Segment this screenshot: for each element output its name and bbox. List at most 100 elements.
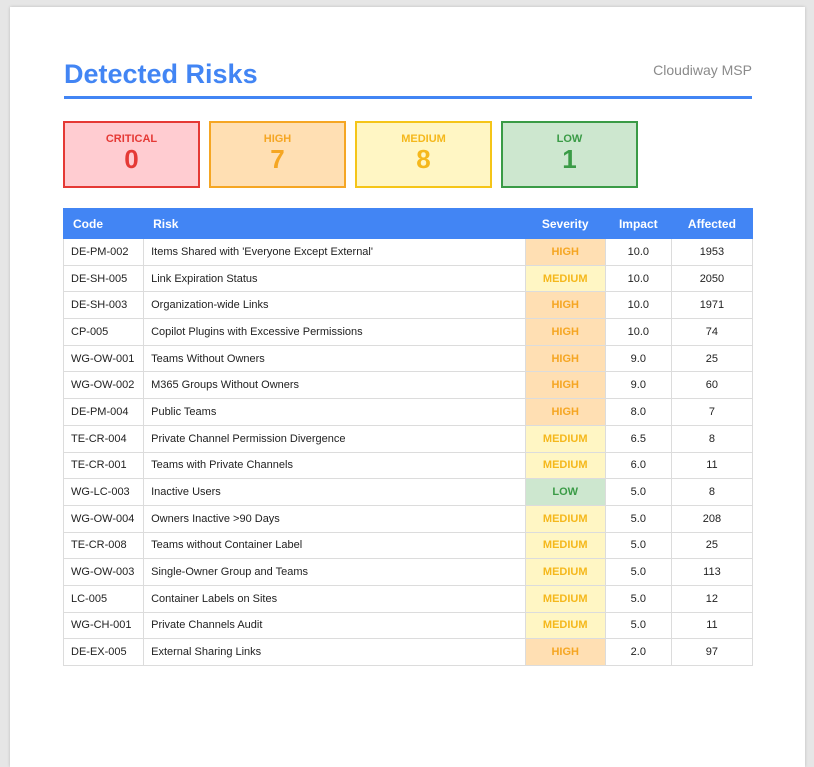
cell-severity: LOW: [524, 478, 606, 506]
cell-impact: 8.0: [604, 398, 672, 426]
cell-severity: MEDIUM: [524, 424, 606, 453]
cell-risk: Teams with Private Channels: [143, 451, 526, 480]
cell-severity: HIGH: [524, 638, 606, 666]
cell-impact: 5.0: [604, 531, 672, 560]
cell-code: WG-LC-003: [62, 478, 145, 506]
table-body: DE-PM-002 Items Shared with 'Everyone Exc…: [62, 238, 754, 666]
cell-severity: HIGH: [524, 371, 606, 400]
table-row: WG-LC-003 Inactive Users LOW 5.0 8: [62, 478, 754, 506]
cell-code: DE-PM-002: [62, 238, 145, 266]
cell-affected: 8: [670, 424, 754, 453]
table-header-row: Code Risk Severity Impact Affected: [62, 208, 754, 239]
risks-table: Code Risk Severity Impact Affected DE-PM…: [62, 208, 754, 666]
table-row: TE-CR-004 Private Channel Permission Dive…: [62, 424, 754, 453]
table-row: DE-EX-005 External Sharing Links HIGH 2.0 97: [62, 638, 754, 666]
cell-code: WG-CH-001: [62, 611, 145, 640]
cell-risk: Owners Inactive >90 Days: [143, 504, 526, 533]
cell-risk: Public Teams: [143, 398, 526, 426]
cell-severity: HIGH: [524, 344, 606, 373]
cell-affected: 7: [670, 398, 754, 426]
summary-card-medium: MEDIUM 8: [355, 121, 492, 188]
cell-code: TE-CR-004: [62, 424, 145, 453]
cell-affected: 8: [670, 478, 754, 506]
table-row: LC-005 Container Labels on Sites MEDIUM 5.0…: [62, 584, 754, 613]
column-header-impact: Impact: [604, 208, 672, 239]
cell-impact: 6.5: [604, 424, 672, 453]
cell-affected: 74: [670, 318, 754, 346]
cell-code: DE-EX-005: [62, 638, 145, 666]
table-row: WG-OW-003 Single-Owner Group and Teams MED…: [62, 558, 754, 586]
column-header-severity: Severity: [524, 208, 606, 239]
table-row: DE-PM-004 Public Teams HIGH 8.0 7: [62, 398, 754, 426]
cell-code: WG-OW-002: [62, 371, 145, 400]
page-title: Detected Risks: [64, 59, 258, 89]
table-row: WG-OW-002 M365 Groups Without Owners HIGH 9…: [62, 371, 754, 400]
cell-affected: 25: [670, 531, 754, 560]
summary-card-low: LOW 1: [501, 121, 638, 188]
cell-impact: 10.0: [604, 291, 672, 320]
table-row: DE-PM-002 Items Shared with 'Everyone Exc…: [62, 238, 754, 266]
cell-severity: MEDIUM: [524, 558, 606, 586]
cell-affected: 12: [670, 584, 754, 613]
cell-affected: 2050: [670, 264, 754, 293]
cell-impact: 10.0: [604, 238, 672, 266]
cell-code: WG-OW-004: [62, 504, 145, 533]
summary-card-high: HIGH 7: [209, 121, 346, 188]
cell-code: DE-PM-004: [62, 398, 145, 426]
cell-risk: Teams Without Owners: [143, 344, 526, 373]
summary-card-critical: CRITICAL 0: [63, 121, 200, 188]
cell-severity: HIGH: [524, 291, 606, 320]
cell-affected: 11: [670, 611, 754, 640]
cell-affected: 11: [670, 451, 754, 480]
cell-impact: 5.0: [604, 478, 672, 506]
cell-severity: MEDIUM: [524, 264, 606, 293]
summary-count-low: 1: [562, 144, 577, 174]
cell-affected: 60: [670, 371, 754, 400]
cell-impact: 10.0: [604, 264, 672, 293]
cell-risk: Teams without Container Label: [143, 531, 526, 560]
table-row: TE-CR-008 Teams without Container Label ME…: [62, 531, 754, 560]
cell-severity: HIGH: [524, 238, 606, 266]
cell-severity: MEDIUM: [524, 451, 606, 480]
cell-impact: 9.0: [604, 344, 672, 373]
cell-impact: 5.0: [604, 584, 672, 613]
brand-name: Cloudiway MSP: [653, 62, 752, 78]
cell-risk: Inactive Users: [143, 478, 526, 506]
table-row: CP-005 Copilot Plugins with Excessive Per…: [62, 318, 754, 346]
cell-code: CP-005: [62, 318, 145, 346]
column-header-code: Code: [62, 208, 145, 239]
cell-code: DE-SH-003: [62, 291, 145, 320]
cell-severity: MEDIUM: [524, 504, 606, 533]
cell-affected: 113: [670, 558, 754, 586]
cell-risk: Single-Owner Group and Teams: [143, 558, 526, 586]
report-page: Detected Risks Cloudiway MSP CRITICAL 0 …: [10, 7, 805, 767]
summary-count-critical: 0: [124, 144, 139, 174]
cell-code: LC-005: [62, 584, 145, 613]
cell-impact: 2.0: [604, 638, 672, 666]
cell-risk: Private Channels Audit: [143, 611, 526, 640]
cell-code: WG-OW-003: [62, 558, 145, 586]
cell-risk: Container Labels on Sites: [143, 584, 526, 613]
table-row: DE-SH-005 Link Expiration Status MEDIUM 10.…: [62, 264, 754, 293]
cell-impact: 5.0: [604, 558, 672, 586]
cell-risk: M365 Groups Without Owners: [143, 371, 526, 400]
cell-severity: MEDIUM: [524, 531, 606, 560]
cell-affected: 1953: [670, 238, 754, 266]
cell-risk: Link Expiration Status: [143, 264, 526, 293]
cell-impact: 5.0: [604, 611, 672, 640]
table-row: WG-CH-001 Private Channels Audit MEDIUM 5.0…: [62, 611, 754, 640]
summary-count-high: 7: [270, 144, 285, 174]
table-row: WG-OW-001 Teams Without Owners HIGH 9.0 25: [62, 344, 754, 373]
cell-severity: MEDIUM: [524, 611, 606, 640]
cell-affected: 97: [670, 638, 754, 666]
title-divider: [64, 96, 752, 99]
cell-risk: Organization-wide Links: [143, 291, 526, 320]
column-header-risk: Risk: [143, 208, 526, 239]
cell-risk: Private Channel Permission Divergence: [143, 424, 526, 453]
cell-affected: 25: [670, 344, 754, 373]
cell-code: TE-CR-001: [62, 451, 145, 480]
cell-impact: 9.0: [604, 371, 672, 400]
cell-risk: External Sharing Links: [143, 638, 526, 666]
cell-severity: HIGH: [524, 318, 606, 346]
cell-code: WG-OW-001: [62, 344, 145, 373]
